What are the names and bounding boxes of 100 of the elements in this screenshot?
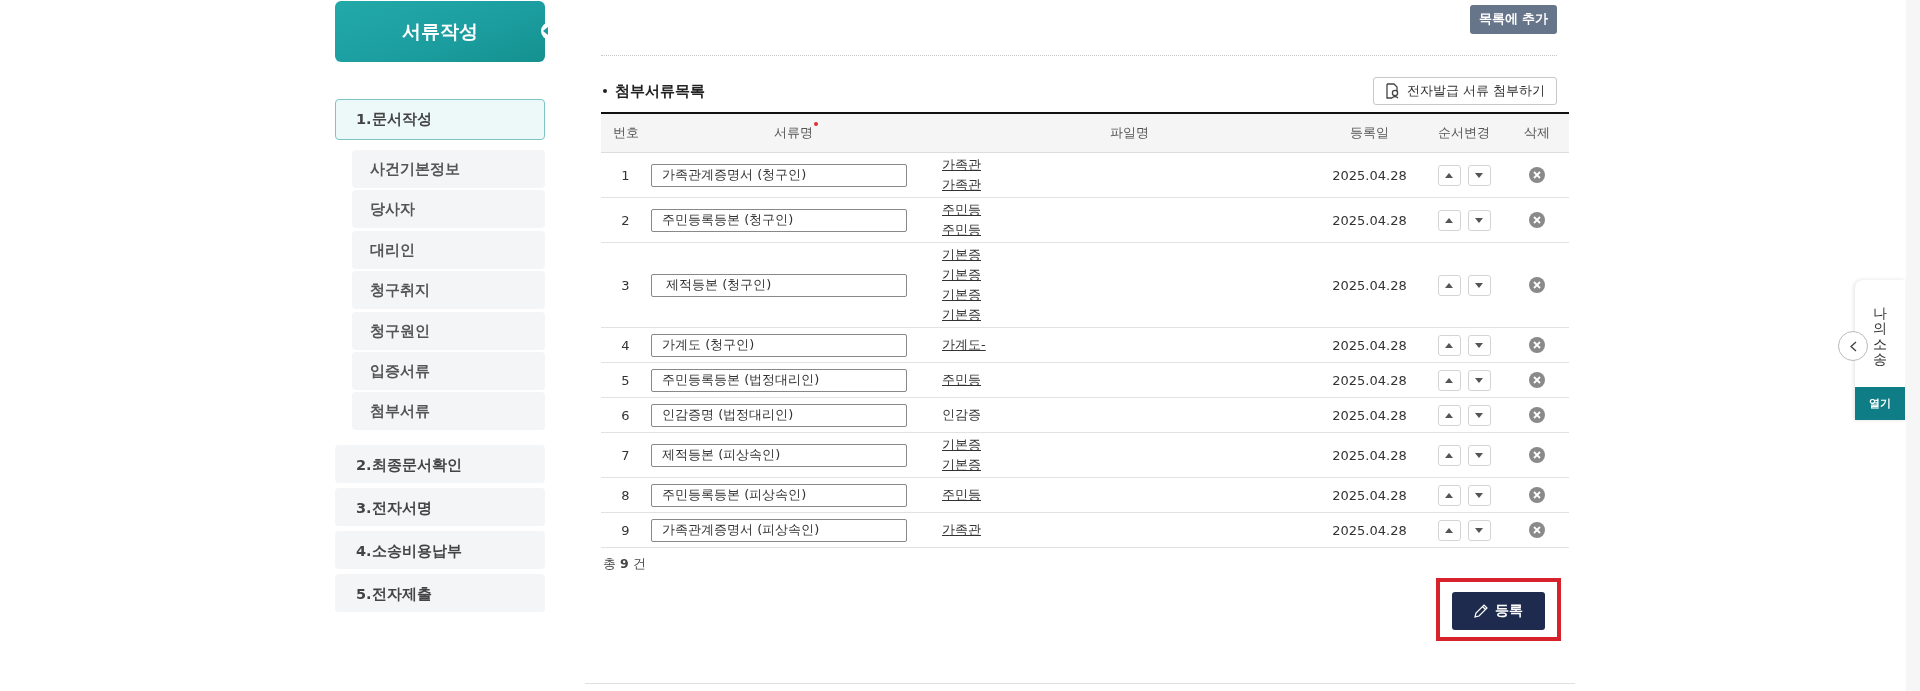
- column-header: 번호: [612, 125, 639, 140]
- input-field[interactable]: 인감증명 (법정대리인): [651, 403, 907, 427]
- move-up-button[interactable]: [1437, 164, 1461, 186]
- date-text: 2025.04.28: [1332, 212, 1407, 228]
- delete-icon[interactable]: [1529, 372, 1545, 389]
- file-link[interactable]: 기본증: [942, 245, 981, 265]
- file-link[interactable]: 가계도-: [942, 335, 986, 355]
- delete-icon[interactable]: [1529, 277, 1545, 294]
- row-number: 5: [621, 372, 630, 388]
- delete-icon[interactable]: [1529, 337, 1545, 354]
- input-field[interactable]: 주민등록등본 (청구인): [651, 208, 907, 232]
- triangle-up-icon: [1445, 217, 1453, 223]
- triangle-down-icon: [1475, 172, 1483, 178]
- input-field[interactable]: 제적등본 (청구인): [651, 273, 907, 297]
- date-text: 2025.04.28: [1332, 407, 1407, 423]
- move-down-button[interactable]: [1467, 444, 1491, 466]
- file-link[interactable]: 가족관: [942, 175, 981, 195]
- submenu-item[interactable]: 청구취지: [352, 271, 545, 310]
- submenu-item[interactable]: 당사자: [352, 190, 545, 229]
- file-link[interactable]: 주민등: [942, 220, 981, 240]
- move-up-button[interactable]: [1437, 334, 1461, 356]
- date-text: 2025.04.28: [1332, 337, 1407, 353]
- triangle-down-icon: [1475, 452, 1483, 458]
- delete-icon[interactable]: [1529, 212, 1545, 229]
- input-field[interactable]: 주민등록등본 (피상속인): [651, 483, 907, 507]
- triangle-up-icon: [1445, 342, 1453, 348]
- section-title: 첨부서류목록: [615, 81, 705, 101]
- date-text: 2025.04.28: [1332, 277, 1407, 293]
- triangle-up-icon: [1445, 172, 1453, 178]
- delete-icon[interactable]: [1529, 407, 1545, 424]
- file-link[interactable]: 가족관: [942, 155, 981, 175]
- input-field[interactable]: 주민등록등본 (법정대리인): [651, 368, 907, 392]
- attach-button[interactable]: 전자발급 서류 첨부하기: [1372, 77, 1557, 105]
- move-down-button[interactable]: [1467, 369, 1491, 391]
- triangle-down-icon: [1475, 527, 1483, 533]
- input-field[interactable]: 가족관계증명서 (피상속인): [651, 518, 907, 542]
- submenu-item[interactable]: 사건기본정보: [352, 150, 545, 188]
- file-link[interactable]: 기본증: [942, 265, 981, 285]
- date-text: 2025.04.28: [1332, 447, 1407, 463]
- delete-icon[interactable]: [1529, 167, 1545, 184]
- submenu-item[interactable]: 첨부서류: [352, 392, 545, 431]
- move-up-button[interactable]: [1437, 444, 1461, 466]
- delete-icon[interactable]: [1529, 487, 1545, 504]
- row-number: 3: [621, 277, 630, 293]
- move-up-button[interactable]: [1437, 404, 1461, 426]
- move-down-button[interactable]: [1467, 484, 1491, 506]
- row-number: 8: [621, 487, 630, 503]
- menu-item[interactable]: 3.전자서명: [335, 488, 545, 527]
- date-text: 2025.04.28: [1332, 372, 1407, 388]
- menu-item[interactable]: 5.전자제출: [335, 574, 545, 613]
- triangle-down-icon: [1475, 217, 1483, 223]
- input-field[interactable]: 가족관계증명서 (청구인): [651, 163, 907, 187]
- delete-icon[interactable]: [1529, 522, 1545, 539]
- file-link[interactable]: 주민등: [942, 200, 981, 220]
- menu-item[interactable]: 4.소송비용납부: [335, 531, 545, 570]
- file-link[interactable]: 주민등: [942, 485, 981, 505]
- register-button[interactable]: 등록: [1452, 592, 1545, 630]
- column-header: 서류명: [774, 125, 813, 140]
- menu-item[interactable]: 2.최종문서확인: [335, 445, 545, 484]
- input-field[interactable]: 가계도 (청구인): [651, 333, 907, 357]
- move-down-button[interactable]: [1467, 209, 1491, 231]
- triangle-down-icon: [1475, 377, 1483, 383]
- submenu-item[interactable]: 입증서류: [352, 351, 545, 390]
- move-down-button[interactable]: [1467, 334, 1491, 356]
- row-number: 4: [621, 337, 630, 353]
- triangle-down-icon: [1475, 342, 1483, 348]
- move-up-button[interactable]: [1437, 369, 1461, 391]
- row-number: 2: [621, 212, 630, 228]
- submenu-item[interactable]: 대리인: [352, 230, 545, 269]
- row-number: 6: [621, 407, 630, 423]
- triangle-down-icon: [1475, 492, 1483, 498]
- move-down-button[interactable]: [1467, 404, 1491, 426]
- input-field[interactable]: 제적등본 (피상속인): [651, 443, 907, 467]
- file-link[interactable]: 기본증: [942, 285, 981, 305]
- row-number: 9: [621, 522, 630, 538]
- move-up-button[interactable]: [1437, 274, 1461, 296]
- file-link[interactable]: 기본증: [942, 435, 981, 455]
- menu-item[interactable]: 1.문서작성: [335, 99, 545, 140]
- date-text: 2025.04.28: [1332, 522, 1407, 538]
- delete-icon[interactable]: [1529, 447, 1545, 464]
- move-up-button[interactable]: [1437, 484, 1461, 506]
- open-button[interactable]: 열기: [1855, 387, 1905, 420]
- move-up-button[interactable]: [1437, 519, 1461, 541]
- file-link[interactable]: 주민등: [942, 370, 981, 390]
- triangle-down-icon: [1475, 412, 1483, 418]
- side-tab-title: 나의소송: [1873, 306, 1887, 368]
- file-link[interactable]: 가족관: [942, 520, 981, 540]
- file-link[interactable]: 기본증: [942, 455, 981, 475]
- triangle-up-icon: [1445, 282, 1453, 288]
- move-down-button[interactable]: [1467, 274, 1491, 296]
- date-text: 2025.04.28: [1332, 167, 1407, 183]
- move-up-button[interactable]: [1437, 209, 1461, 231]
- submenu-item[interactable]: 청구원인: [352, 311, 545, 350]
- file-link[interactable]: 기본증: [942, 305, 981, 325]
- move-down-button[interactable]: [1467, 164, 1491, 186]
- triangle-up-icon: [1445, 377, 1453, 383]
- move-down-button[interactable]: [1467, 519, 1491, 541]
- column-header: 삭제: [1524, 125, 1550, 140]
- triangle-up-icon: [1445, 412, 1453, 418]
- add-to-list-button[interactable]: 목록에 추가: [1469, 5, 1557, 34]
